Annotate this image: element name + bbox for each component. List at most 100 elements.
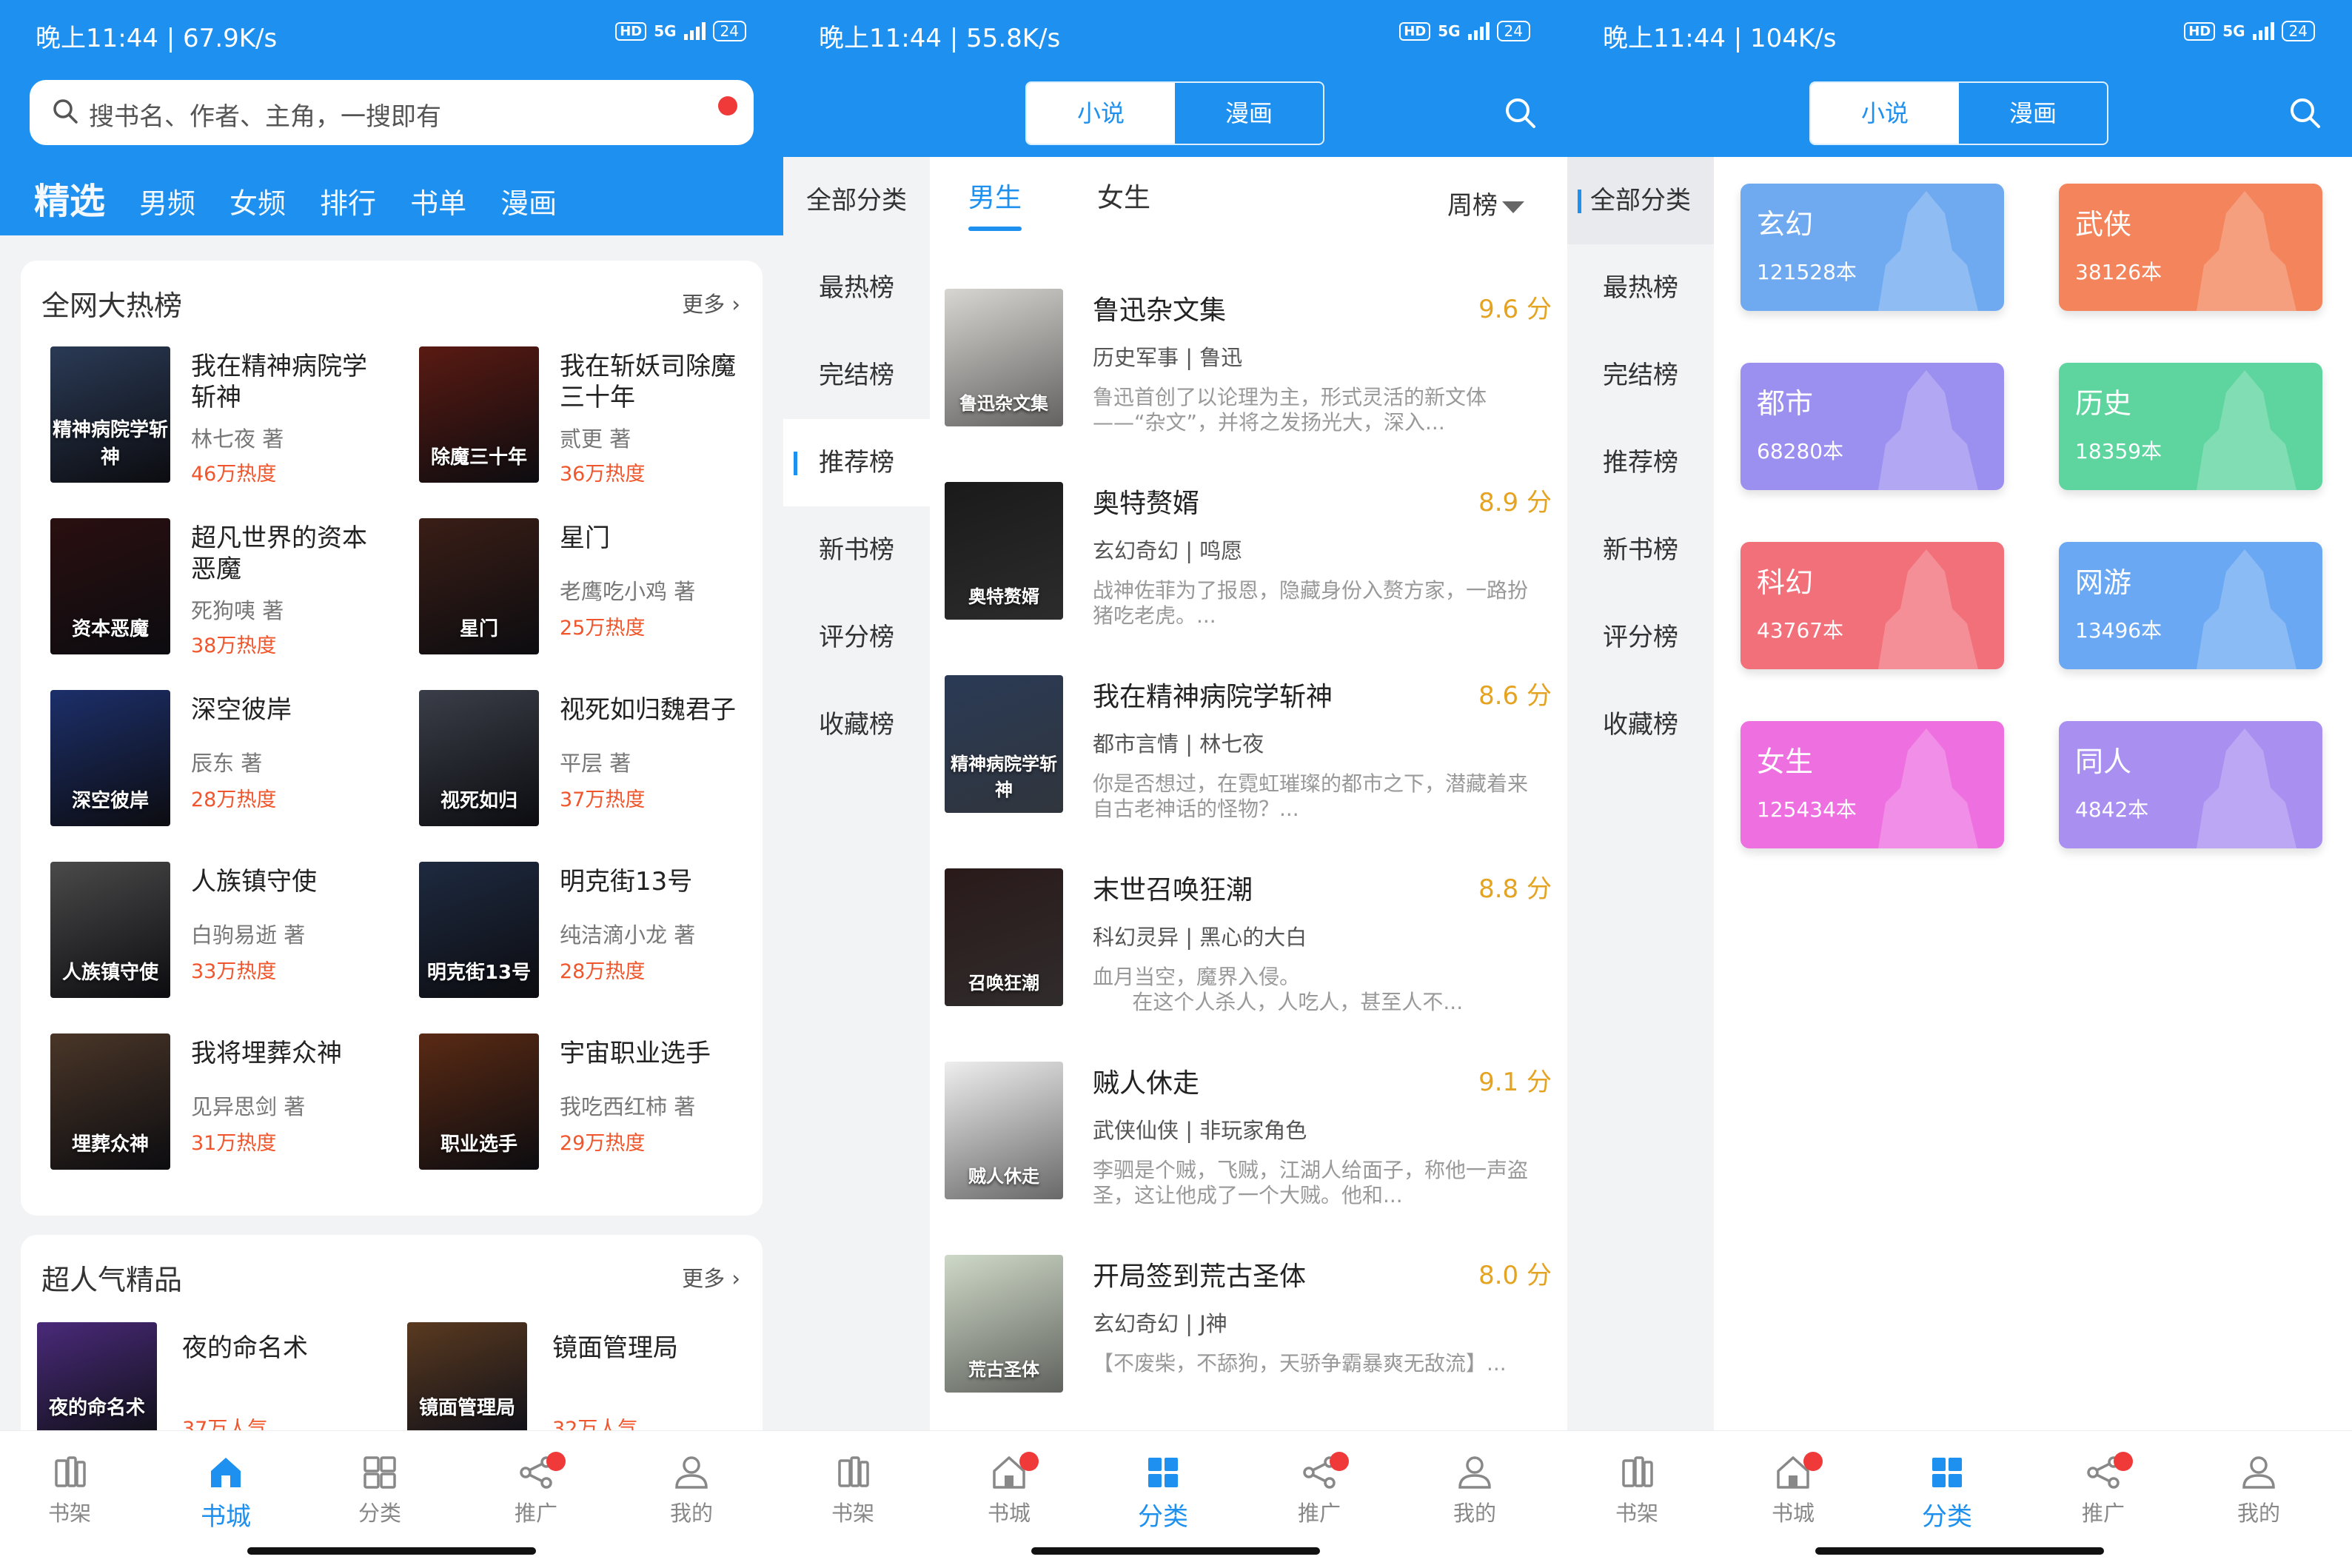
period-dropdown[interactable]: 周榜: [1447, 185, 1524, 221]
book-meta: 历史军事 | 鲁迅: [1093, 345, 1243, 370]
book-author: 见异思剑 著: [191, 1094, 306, 1119]
nav-item[interactable]: 分类: [1903, 1452, 1991, 1532]
tab-female[interactable]: 女生: [1097, 176, 1150, 215]
sidebar-item[interactable]: 最热榜: [783, 244, 930, 332]
network-label: 5G: [654, 22, 677, 40]
more-label: 更多: [682, 1266, 726, 1291]
nav-item[interactable]: 分类: [335, 1452, 424, 1527]
nav-item[interactable]: 我的: [647, 1452, 736, 1527]
tab-ranking[interactable]: 排行: [320, 181, 376, 221]
cover-text: 荒古圣体: [968, 1359, 1039, 1380]
book-cover: 镜面管理局: [407, 1322, 527, 1433]
book-title: 明克街13号: [560, 867, 693, 897]
category-card[interactable]: 网游 13496本: [2059, 542, 2322, 669]
search-icon[interactable]: [2287, 95, 2322, 130]
category-count: 4842本: [2075, 797, 2149, 822]
nav-item[interactable]: 推广: [492, 1452, 580, 1527]
sidebar-item[interactable]: 评分榜: [1567, 594, 1714, 681]
tab-booklist[interactable]: 书单: [410, 181, 466, 221]
nav-item[interactable]: 分类: [1119, 1452, 1207, 1532]
hot-book-item[interactable]: 星门 星门 老鹰吃小鸡 著 25万热度: [419, 518, 774, 666]
category-card[interactable]: 同人 4842本: [2059, 721, 2322, 848]
sidebar-item[interactable]: 推荐榜: [1567, 419, 1714, 506]
search-bar[interactable]: 搜书名、作者、主角，一搜即有: [30, 80, 754, 145]
segment-novel[interactable]: 小说: [1027, 83, 1175, 144]
search-icon[interactable]: [1502, 95, 1538, 130]
hot-book-item[interactable]: 人族镇守使 人族镇守使 白驹易逝 著 33万热度: [50, 862, 406, 1010]
nav-item[interactable]: 书架: [1592, 1452, 1681, 1527]
nav-item[interactable]: 推广: [2059, 1452, 2148, 1527]
nav-label: 书架: [1615, 1501, 1658, 1526]
hot-book-item[interactable]: 除魔三十年 我在斩妖司除魔三十年 贰更 著 36万热度: [419, 346, 774, 495]
ranking-screen: 晚上11:44 | 55.8K/s HD 5G 24 小说 漫画 全部分类 最热榜…: [783, 0, 1567, 1568]
nav-item[interactable]: 书架: [808, 1452, 897, 1527]
sidebar-item[interactable]: 完结榜: [783, 332, 930, 419]
rank-book-row[interactable]: 鲁迅杂文集 鲁迅杂文集 9.6 分历史军事 | 鲁迅 鲁迅首创了以论理为主，形式灵活的…: [945, 289, 1552, 481]
sidebar-item[interactable]: 最热榜: [1567, 244, 1714, 332]
book-heat: 25万热度: [560, 617, 646, 640]
popular-more-link[interactable]: 更多 ›: [682, 1262, 740, 1293]
nav-item[interactable]: 书城: [1749, 1452, 1837, 1527]
tab-male[interactable]: 男生: [968, 176, 1022, 231]
hot-book-item[interactable]: 资本恶魔 超凡世界的资本恶魔 死狗咦 著 38万热度: [50, 518, 406, 666]
category-card[interactable]: 武侠 38126本: [2059, 184, 2322, 311]
sidebar-item[interactable]: 全部分类: [783, 157, 930, 244]
cover-text: 职业选手: [440, 1133, 517, 1156]
nav-item[interactable]: 书架: [25, 1452, 114, 1527]
book-cover: 奥特赘婿: [945, 482, 1063, 620]
hot-book-item[interactable]: 视死如归 视死如归魏君子 平层 著 37万热度: [419, 690, 774, 838]
category-card[interactable]: 科幻 43767本: [1740, 542, 2004, 669]
sidebar-item[interactable]: 全部分类: [1567, 157, 1714, 244]
book-author: 贰更 著: [560, 426, 631, 452]
category-card[interactable]: 玄幻 121528本: [1740, 184, 2004, 311]
sidebar-item[interactable]: 完结榜: [1567, 332, 1714, 419]
nav-item[interactable]: 书城: [965, 1452, 1053, 1527]
segment-novel[interactable]: 小说: [1811, 83, 1959, 144]
rank-book-row[interactable]: 荒古圣体 开局签到荒古圣体 8.0 分玄幻奇幻 | J神 【不废柴，不舔狗，天骄争霸暴…: [945, 1255, 1552, 1447]
sidebar-item[interactable]: 推荐榜: [783, 419, 930, 506]
hot-book-item[interactable]: 职业选手 宇宙职业选手 我吃西红柿 著 29万热度: [419, 1033, 774, 1182]
nav-item[interactable]: 我的: [2214, 1452, 2303, 1527]
book-score: 8.8 分: [1478, 874, 1552, 904]
nav-item[interactable]: 我的: [1430, 1452, 1519, 1527]
status-icons: HD 5G 24: [2184, 21, 2315, 41]
rank-book-row[interactable]: 精神病院学斩神 我在精神病院学斩神 8.6 分都市言情 | 林七夜 你是否想过，在霓虹…: [945, 675, 1552, 868]
sidebar-item[interactable]: 新书榜: [783, 506, 930, 594]
rank-book-row[interactable]: 贼人休走 贼人休走 9.1 分武侠仙侠 | 非玩家角色 李驷是个贼，飞贼，江湖人给面子…: [945, 1062, 1552, 1254]
tab-featured[interactable]: 精选: [34, 172, 105, 224]
book-author: 老鹰吃小鸡 著: [560, 579, 696, 604]
category-card[interactable]: 历史 18359本: [2059, 363, 2322, 490]
hot-book-item[interactable]: 精神病院学斩神 我在精神病院学斩神 林七夜 著 46万热度: [50, 346, 406, 495]
nav-item[interactable]: 推广: [1275, 1452, 1364, 1527]
segment-comic[interactable]: 漫画: [1175, 83, 1323, 144]
tab-female[interactable]: 女频: [229, 181, 286, 221]
sidebar-item[interactable]: 评分榜: [783, 594, 930, 681]
book-cover: 贼人休走: [945, 1062, 1063, 1199]
segment-comic[interactable]: 漫画: [1959, 83, 2107, 144]
category-name: 武侠: [2075, 208, 2132, 241]
category-card[interactable]: 都市 68280本: [1740, 363, 2004, 490]
category-count: 121528本: [1757, 260, 1857, 284]
nav-label: 分类: [1922, 1502, 1972, 1532]
book-cover: 埋葬众神: [50, 1033, 170, 1170]
nav-item[interactable]: 书城: [181, 1452, 270, 1532]
hot-book-item[interactable]: 深空彼岸 深空彼岸 辰东 著 28万热度: [50, 690, 406, 838]
tab-male[interactable]: 男频: [139, 181, 195, 221]
category-card[interactable]: 女生 125434本: [1740, 721, 2004, 848]
tab-comic[interactable]: 漫画: [500, 181, 557, 221]
book-author: 林七夜 著: [191, 426, 284, 452]
rank-book-row[interactable]: 奥特赘婿 奥特赘婿 8.9 分玄幻奇幻 | 鸣愿 战神佐菲为了报恩，隐藏身份入赘方家，…: [945, 482, 1552, 674]
bookstore-screen: 晚上11:44 | 67.9K/s HD 5G 24 搜书名、作者、主角，一搜即…: [0, 0, 783, 1568]
hot-list-more-link[interactable]: 更多 ›: [682, 287, 740, 318]
sidebar-item[interactable]: 收藏榜: [783, 681, 930, 768]
category-count: 43767本: [1757, 618, 1844, 643]
cover-text: 埋葬众神: [71, 1133, 149, 1156]
hot-book-item[interactable]: 埋葬众神 我将埋葬众神 见异思剑 著 31万热度: [50, 1033, 406, 1182]
sidebar-item[interactable]: 收藏榜: [1567, 681, 1714, 768]
sidebar-item[interactable]: 新书榜: [1567, 506, 1714, 594]
nav-label: 我的: [669, 1501, 713, 1526]
book-cover: 深空彼岸: [50, 690, 170, 826]
rank-book-row[interactable]: 召唤狂潮 末世召唤狂潮 8.8 分科幻灵异 | 黑心的大白 血月当空，魔界入侵。 在这…: [945, 868, 1552, 1061]
book-meta: 科幻灵异 | 黑心的大白: [1093, 925, 1307, 950]
hot-book-item[interactable]: 明克街13号 明克街13号 纯洁滴小龙 著 28万热度: [419, 862, 774, 1010]
